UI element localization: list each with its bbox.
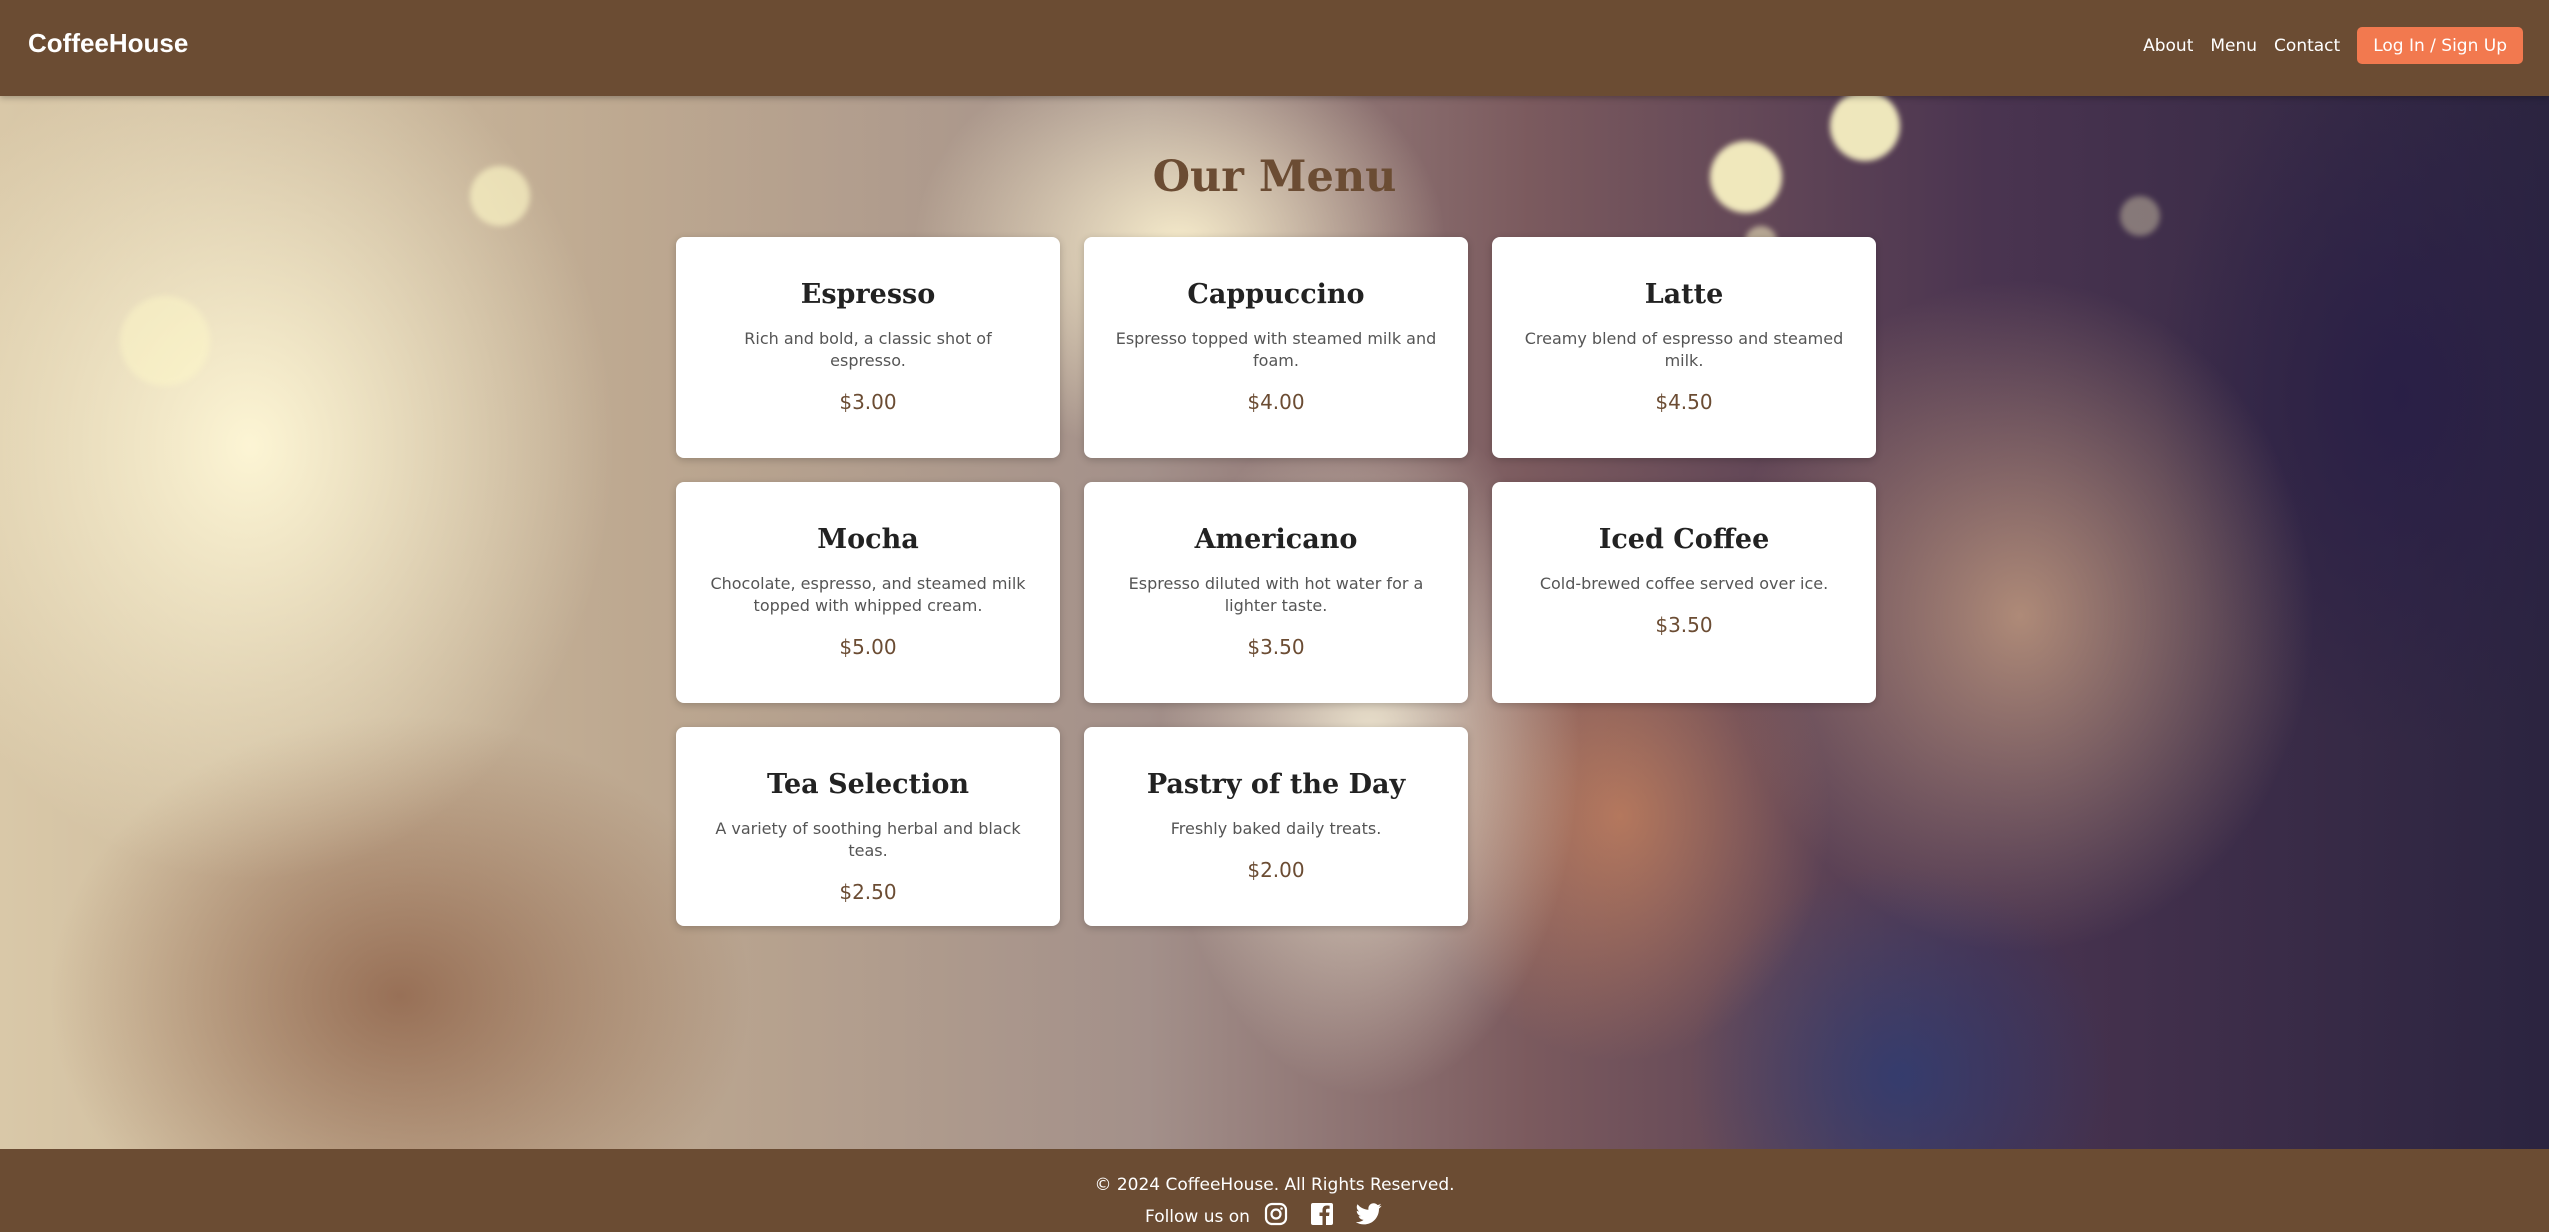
facebook-icon[interactable] xyxy=(1310,1202,1334,1231)
menu-item-price: $3.50 xyxy=(1247,635,1305,659)
menu-card: Iced Coffee Cold-brewed coffee served ov… xyxy=(1492,482,1876,703)
brand-logo[interactable]: CoffeeHouse xyxy=(28,28,188,59)
menu-item-price: $3.50 xyxy=(1655,613,1713,637)
site-header: CoffeeHouse About Menu Contact Log In / … xyxy=(0,0,2549,96)
menu-item-price: $2.00 xyxy=(1247,858,1305,882)
menu-item-name: Tea Selection xyxy=(767,769,969,800)
nav-contact[interactable]: Contact xyxy=(2274,36,2340,56)
menu-item-name: Iced Coffee xyxy=(1598,524,1770,555)
menu-card: Espresso Rich and bold, a classic shot o… xyxy=(676,237,1060,458)
menu-item-price: $2.50 xyxy=(839,880,897,904)
menu-item-description: Creamy blend of espresso and steamed mil… xyxy=(1524,329,1844,370)
menu-item-description: A variety of soothing herbal and black t… xyxy=(715,819,1021,860)
menu-item-description: Espresso topped with steamed milk and fo… xyxy=(1115,329,1437,370)
main-nav: About Menu Contact Log In / Sign Up xyxy=(2126,27,2523,64)
menu-card: Americano Espresso diluted with hot wate… xyxy=(1084,482,1468,703)
menu-item-description: Cold-brewed coffee served over ice. xyxy=(1539,574,1829,593)
copyright-text: © 2024 CoffeeHouse. All Rights Reserved. xyxy=(1094,1175,1455,1195)
social-icons xyxy=(1264,1202,1404,1231)
menu-item-price: $3.00 xyxy=(839,390,897,414)
menu-item-name: Latte xyxy=(1644,279,1724,310)
page-title: Our Menu xyxy=(1152,152,1397,202)
menu-item-description: Espresso diluted with hot water for a li… xyxy=(1128,574,1424,615)
social-follow: Follow us on xyxy=(0,1202,2549,1231)
menu-item-price: $4.00 xyxy=(1247,390,1305,414)
menu-item-price: $4.50 xyxy=(1655,390,1713,414)
twitter-icon[interactable] xyxy=(1355,1203,1382,1230)
menu-card: Latte Creamy blend of espresso and steam… xyxy=(1492,237,1876,458)
menu-item-price: $5.00 xyxy=(839,635,897,659)
menu-item-description: Chocolate, espresso, and steamed milk to… xyxy=(710,574,1026,615)
menu-item-name: Pastry of the Day xyxy=(1146,769,1406,800)
menu-item-description: Rich and bold, a classic shot of espress… xyxy=(744,329,992,370)
follow-label: Follow us on xyxy=(1145,1206,1250,1227)
instagram-icon[interactable] xyxy=(1264,1202,1288,1231)
menu-card: Mocha Chocolate, espresso, and steamed m… xyxy=(676,482,1060,703)
menu-card: Cappuccino Espresso topped with steamed … xyxy=(1084,237,1468,458)
menu-card: Tea Selection A variety of soothing herb… xyxy=(676,727,1060,926)
menu-item-name: Mocha xyxy=(817,524,919,555)
nav-menu[interactable]: Menu xyxy=(2210,36,2257,56)
nav-about[interactable]: About xyxy=(2143,36,2193,56)
menu-card: Pastry of the Day Freshly baked daily tr… xyxy=(1084,727,1468,926)
menu-item-name: Americano xyxy=(1194,524,1358,555)
menu-item-name: Espresso xyxy=(800,279,936,310)
login-signup-button[interactable]: Log In / Sign Up xyxy=(2357,27,2523,64)
menu-item-description: Freshly baked daily treats. xyxy=(1170,819,1382,838)
menu-grid: Espresso Rich and bold, a classic shot o… xyxy=(676,237,1876,926)
site-footer: © 2024 CoffeeHouse. All Rights Reserved.… xyxy=(0,1149,2549,1232)
menu-item-name: Cappuccino xyxy=(1187,279,1365,310)
